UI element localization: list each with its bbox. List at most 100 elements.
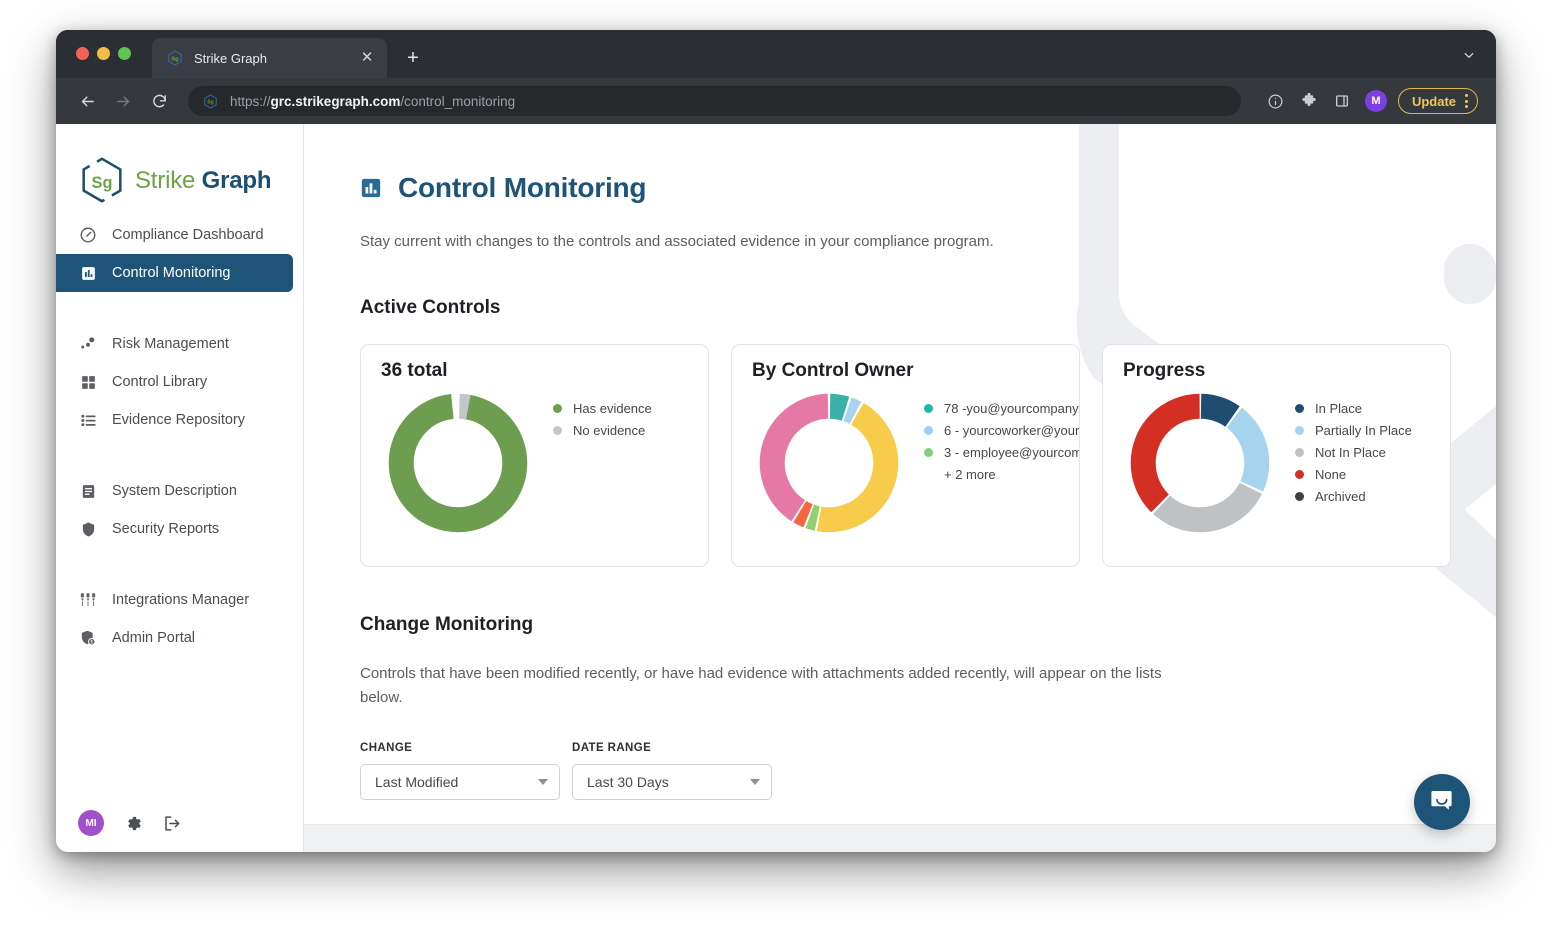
sliders-icon	[78, 590, 98, 610]
legend-item: 3 - employee@yourcompa	[924, 441, 1079, 463]
legend-color-swatch	[1295, 403, 1304, 413]
bar-chart-icon	[360, 177, 382, 199]
strike-graph-favicon: Sg	[166, 50, 183, 67]
legend-color-swatch	[1295, 425, 1304, 435]
avatar[interactable]: MI	[78, 810, 104, 836]
new-tab-button[interactable]: +	[404, 48, 422, 68]
slice-has-evidence	[388, 393, 528, 533]
minimize-window-button[interactable]	[97, 47, 110, 60]
legend-item: Archived	[1295, 485, 1450, 507]
card-title: By Control Owner	[752, 360, 914, 381]
window-controls[interactable]	[76, 47, 131, 60]
sidebar-item-label: Control Monitoring	[112, 265, 231, 281]
address-bar[interactable]: Sg https://grc.strikegraph.com/control_m…	[188, 86, 1241, 116]
sidebar-item-risk-management[interactable]: Risk Management	[56, 325, 293, 363]
card-body: Has evidence No evidence	[381, 388, 708, 538]
svg-text:Sg: Sg	[92, 174, 113, 192]
filter-label: DATE RANGE	[572, 742, 652, 754]
filter-change: CHANGE Last Modified	[360, 742, 560, 800]
legend-color-swatch	[1295, 447, 1304, 457]
legend-label: 78 -you@yourcompany.com	[944, 400, 1079, 416]
sidebar-divider	[56, 292, 303, 325]
legend-item: Has evidence	[553, 397, 708, 419]
sidebar: Sg Strike Graph Compliance Dashboard Con…	[56, 124, 304, 852]
app-logo-text: Strike Graph	[135, 167, 272, 195]
url-scheme: https://	[230, 93, 271, 109]
sidebar-item-admin-portal[interactable]: Admin Portal	[56, 619, 293, 657]
legend-color-swatch	[1295, 491, 1304, 501]
legend-label: 3 - employee@yourcompa	[944, 444, 1079, 460]
maximize-window-button[interactable]	[118, 47, 131, 60]
svg-text:Sg: Sg	[207, 99, 213, 105]
donut-chart-owner	[754, 388, 904, 538]
chevron-down-icon	[538, 779, 548, 785]
sidebar-item-label: Integrations Manager	[112, 592, 250, 608]
intercom-chat-launcher[interactable]	[1414, 774, 1470, 830]
sidebar-nav: Compliance Dashboard Control Monitoring	[56, 210, 303, 657]
grid-squares-icon	[78, 372, 98, 392]
url-path: /control_monitoring	[400, 93, 516, 109]
legend-label: Not In Place	[1315, 444, 1386, 460]
legend-label: No evidence	[573, 422, 646, 438]
legend-item: In Place	[1295, 397, 1450, 419]
legend-more-link[interactable]: + 2 more	[924, 463, 1079, 485]
legend-progress: In Place Partially In Place Not In Place	[1295, 397, 1450, 507]
chevron-down-icon	[750, 779, 760, 785]
donut-chart-progress	[1125, 388, 1275, 538]
extensions-puzzle-icon[interactable]	[1297, 89, 1321, 113]
card-title: 36 total	[381, 360, 448, 381]
sidebar-item-label: Admin Portal	[112, 630, 196, 646]
shield-icon	[78, 519, 98, 539]
page-title: Control Monitoring	[398, 172, 647, 203]
active-controls-heading: Active Controls	[360, 297, 501, 318]
close-window-button[interactable]	[76, 47, 89, 60]
logout-icon[interactable]	[160, 812, 182, 834]
change-monitoring-heading: Change Monitoring	[360, 614, 534, 635]
bar-chart-icon	[78, 263, 98, 283]
legend-label: Archived	[1315, 488, 1366, 504]
side-panel-icon[interactable]	[1330, 89, 1354, 113]
legend-label: None	[1315, 466, 1347, 482]
card-title: Progress	[1123, 360, 1206, 381]
gear-icon[interactable]	[121, 812, 143, 834]
logo-word-two: Graph	[201, 167, 272, 194]
browser-tab[interactable]: Sg Strike Graph ✕	[152, 38, 387, 78]
active-controls-cards: 36 total Has evidence No evidence By Con…	[360, 344, 1496, 567]
change-select[interactable]: Last Modified	[360, 764, 560, 800]
legend-color-swatch	[924, 403, 933, 413]
sidebar-item-security-reports[interactable]: Security Reports	[56, 510, 293, 548]
sidebar-item-integrations-manager[interactable]: Integrations Manager	[56, 581, 293, 619]
app-logo[interactable]: Sg Strike Graph	[56, 124, 303, 210]
sidebar-item-system-description[interactable]: System Description	[56, 472, 293, 510]
legend-item: No evidence	[553, 419, 708, 441]
close-icon[interactable]: ✕	[357, 48, 377, 68]
donut-chart-total	[383, 388, 533, 538]
sidebar-footer: MI	[56, 810, 182, 836]
browser-tabstrip: Sg Strike Graph ✕ +	[56, 30, 1496, 78]
back-arrow-icon[interactable]	[74, 88, 100, 114]
reload-icon[interactable]	[146, 88, 172, 114]
profile-avatar[interactable]: M	[1364, 90, 1387, 112]
sidebar-item-control-library[interactable]: Control Library	[56, 363, 293, 401]
update-button[interactable]: Update	[1397, 88, 1478, 114]
info-circle-icon[interactable]	[1264, 89, 1288, 113]
filters-row: CHANGE Last Modified DATE RANGE Last 30 …	[360, 742, 1496, 800]
card-progress: Progress In Place Partially In Place Not…	[1102, 344, 1451, 567]
page-header: Control Monitoring	[360, 172, 1496, 204]
svg-text:Sg: Sg	[171, 56, 179, 62]
sidebar-item-evidence-repository[interactable]: Evidence Repository	[56, 401, 293, 439]
sidebar-item-label: Evidence Repository	[112, 412, 245, 428]
legend-label: Partially In Place	[1315, 422, 1412, 438]
site-favicon: Sg	[202, 93, 218, 109]
sidebar-item-control-monitoring[interactable]: Control Monitoring	[56, 254, 293, 292]
strike-graph-logo-icon: Sg	[75, 154, 129, 208]
change-select-value: Last Modified	[375, 774, 459, 790]
legend-label: 6 - yourcoworker@yourcom	[944, 422, 1080, 438]
card-body: 78 -you@yourcompany.com 6 - yourcoworker…	[752, 388, 1079, 538]
legend-by-control-owner: 78 -you@yourcompany.com 6 - yourcoworker…	[924, 397, 1079, 485]
kebab-menu-icon[interactable]	[1465, 94, 1468, 108]
date-range-select[interactable]: Last 30 Days	[572, 764, 772, 800]
sidebar-item-compliance-dashboard[interactable]: Compliance Dashboard	[56, 216, 293, 254]
sidebar-item-label: Compliance Dashboard	[112, 227, 264, 243]
chevron-down-icon[interactable]	[1462, 48, 1476, 62]
